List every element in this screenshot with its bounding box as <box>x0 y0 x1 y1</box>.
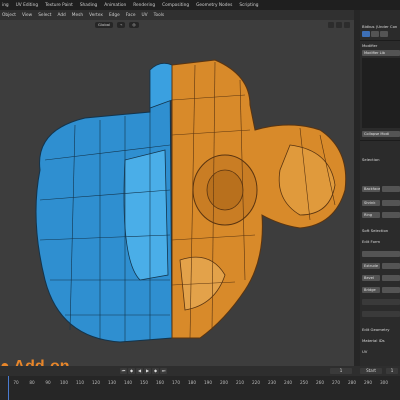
uv-section-label[interactable]: UV <box>362 349 367 354</box>
edit-form-dropdown[interactable] <box>362 251 400 257</box>
extrude-settings-button[interactable] <box>382 263 400 269</box>
blue-mesh-half <box>35 62 173 343</box>
grow-button[interactable] <box>382 200 400 206</box>
playhead[interactable] <box>8 376 9 400</box>
tick-label: 190 <box>204 380 212 385</box>
menu-select[interactable]: Select <box>38 13 51 18</box>
tick-label: 150 <box>140 380 148 385</box>
menu-uv[interactable]: UV <box>141 13 147 18</box>
prev-keyframe-icon[interactable]: ◆ <box>128 368 135 374</box>
play-reverse-icon[interactable]: ◀ <box>136 368 143 374</box>
tab-modeling[interactable]: ing <box>2 3 9 8</box>
tab-rendering[interactable]: Rendering <box>133 3 155 8</box>
menu-face[interactable]: Face <box>126 13 136 18</box>
menu-view[interactable]: View <box>22 13 32 18</box>
modifier-list[interactable] <box>362 58 400 128</box>
vertex-select-icon[interactable] <box>371 31 379 37</box>
current-frame-field[interactable]: 1 <box>330 368 352 374</box>
play-icon[interactable]: ▶ <box>144 368 151 374</box>
addon-label: Add-on <box>14 358 70 366</box>
tick-label: 160 <box>156 380 164 385</box>
tab-compositing[interactable]: Compositing <box>162 3 189 8</box>
backface-button[interactable]: Backface <box>362 186 380 192</box>
shrink-button[interactable]: Shrink <box>362 200 380 206</box>
tick-label: 250 <box>300 380 308 385</box>
modifier-section-label[interactable]: Modifier <box>362 43 377 48</box>
selection-option-button[interactable] <box>382 186 400 192</box>
tab-shading[interactable]: Shading <box>80 3 97 8</box>
bevel-settings-button[interactable] <box>382 275 400 281</box>
tick-label: 210 <box>236 380 244 385</box>
timeline-ruler[interactable]: 70 80 90 100 110 120 130 140 150 160 170… <box>0 380 400 388</box>
collapse-modifier-button[interactable]: Collapse Modi <box>362 131 400 137</box>
menu-mesh[interactable]: Mesh <box>72 13 83 18</box>
orange-mesh-half <box>171 59 347 339</box>
loop-button[interactable] <box>382 212 400 218</box>
extrude-button[interactable]: Extrude <box>362 263 380 269</box>
tab-scripting[interactable]: Scripting <box>239 3 258 8</box>
start-frame-label: Start <box>366 368 376 373</box>
editor-header: Object View Select Add Mesh Vertex Edge … <box>0 10 354 20</box>
modifier-library-button[interactable]: Modifier Lib <box>362 50 400 56</box>
menu-edge[interactable]: Edge <box>109 13 120 18</box>
tick-label: 220 <box>252 380 260 385</box>
tick-label: 280 <box>348 380 356 385</box>
tick-label: 130 <box>108 380 116 385</box>
start-frame-value[interactable]: 1 <box>386 368 398 374</box>
tick-label: 120 <box>92 380 100 385</box>
tick-label: 290 <box>364 380 372 385</box>
tick-label: 80 <box>29 380 35 385</box>
3d-viewport[interactable]: Global ⌁ ◎ <box>0 20 354 366</box>
tick-label: 230 <box>268 380 276 385</box>
tab-animation[interactable]: Animation <box>104 3 126 8</box>
bevel-button[interactable]: Bevel <box>362 275 380 281</box>
tick-label: 270 <box>332 380 340 385</box>
addon-bullet-icon: ● <box>0 358 10 366</box>
tick-label: 260 <box>316 380 324 385</box>
tick-label: 240 <box>284 380 292 385</box>
menu-tools[interactable]: Tools <box>154 13 165 18</box>
tick-label: 180 <box>188 380 196 385</box>
menu-add[interactable]: Add <box>57 13 65 18</box>
menu-vertex[interactable]: Vertex <box>89 13 103 18</box>
properties-panel: Bidkus (Under Con Modifier Modifier Lib … <box>360 10 400 366</box>
extrude-along-button[interactable] <box>362 311 400 317</box>
edit-geometry-label[interactable]: Edit Geometry <box>362 327 390 332</box>
object-name-label: Bidkus (Under Con <box>362 24 398 29</box>
jump-end-icon[interactable]: ⏭ <box>160 368 167 374</box>
playback-controls: ⏮ ◆ ◀ ▶ ◆ ⏭ 1 Start 1 <box>0 366 400 376</box>
tick-label: 90 <box>45 380 51 385</box>
material-ids-label[interactable]: Material IDs <box>362 338 385 343</box>
bridge-button[interactable]: Bridge <box>362 287 380 293</box>
mode-dropdown[interactable]: Object <box>2 13 16 18</box>
suzanne-mesh[interactable] <box>0 20 354 366</box>
tab-geometry-nodes[interactable]: Geometry Nodes <box>196 3 232 8</box>
edge-select-icon[interactable] <box>380 31 388 37</box>
tick-label: 140 <box>124 380 132 385</box>
tab-texture-paint[interactable]: Texture Paint <box>45 3 73 8</box>
start-frame-field[interactable]: Start <box>360 368 382 374</box>
tick-label: 300 <box>380 380 388 385</box>
tick-label: 70 <box>13 380 19 385</box>
soft-selection-label[interactable]: Soft Selection <box>362 228 388 233</box>
jump-start-icon[interactable]: ⏮ <box>120 368 127 374</box>
bridge-settings-button[interactable] <box>382 287 400 293</box>
mode-icon[interactable] <box>362 31 370 37</box>
edit-form-label[interactable]: Edit Form <box>362 239 380 244</box>
selection-section-label[interactable]: Selection <box>362 157 380 162</box>
tick-label: 200 <box>220 380 228 385</box>
ring-button[interactable]: Ring <box>362 212 380 218</box>
next-keyframe-icon[interactable]: ◆ <box>152 368 159 374</box>
addon-overlay-text: ● Add-on <box>0 358 70 366</box>
hinge-button[interactable] <box>362 299 400 305</box>
tick-label: 110 <box>76 380 84 385</box>
tab-uv-editing[interactable]: UV Editing <box>16 3 38 8</box>
workspace-tabs: ing UV Editing Texture Paint Shading Ani… <box>0 0 400 10</box>
tick-label: 170 <box>172 380 180 385</box>
timeline[interactable]: ⏮ ◆ ◀ ▶ ◆ ⏭ 1 Start 1 70 80 90 100 110 1… <box>0 366 400 400</box>
tick-label: 100 <box>60 380 68 385</box>
